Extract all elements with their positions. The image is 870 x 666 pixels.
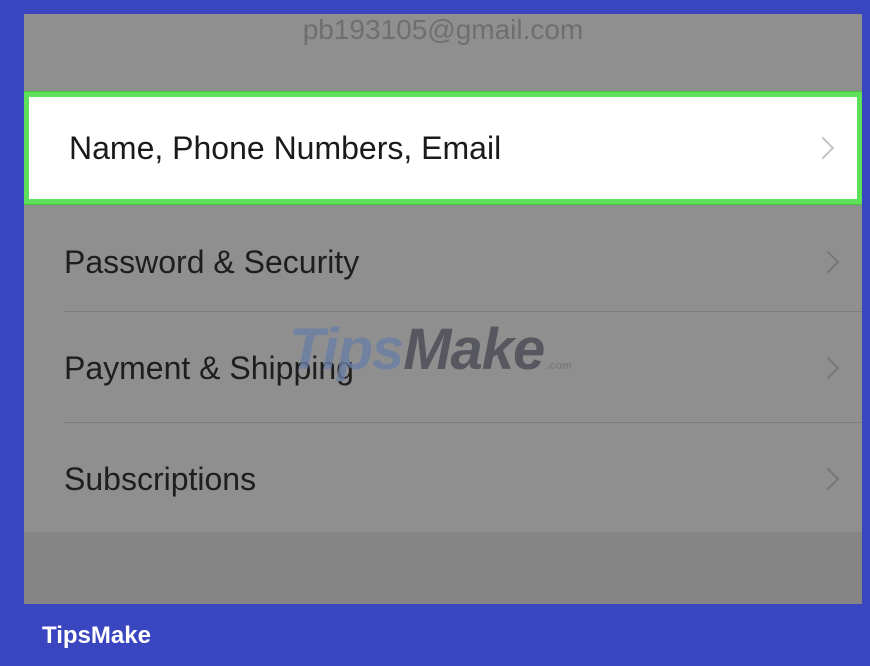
bottom-spacer xyxy=(24,532,862,604)
chevron-right-icon xyxy=(816,356,840,380)
chevron-right-icon xyxy=(811,136,835,160)
menu-item-subscriptions[interactable]: Subscriptions xyxy=(24,423,862,535)
menu-item-label: Password & Security xyxy=(64,243,360,280)
menu-item-label: Name, Phone Numbers, Email xyxy=(69,129,502,166)
menu-item-payment-shipping[interactable]: Payment & Shipping xyxy=(24,312,862,424)
chevron-right-icon xyxy=(816,467,840,491)
menu-item-label: Subscriptions xyxy=(64,460,257,497)
menu-item-label: Payment & Shipping xyxy=(64,349,354,386)
account-email: pb193105@gmail.com xyxy=(302,14,584,45)
menu-item-password-security[interactable]: Password & Security xyxy=(24,206,862,318)
chevron-right-icon xyxy=(816,250,840,274)
frame: pb193105@gmail.com Name, Phone Numbers, … xyxy=(0,0,870,666)
brand-label: TipsMake xyxy=(42,622,151,649)
menu-item-name-phone-email[interactable]: Name, Phone Numbers, Email xyxy=(24,92,862,204)
settings-screen: pb193105@gmail.com Name, Phone Numbers, … xyxy=(24,14,862,604)
